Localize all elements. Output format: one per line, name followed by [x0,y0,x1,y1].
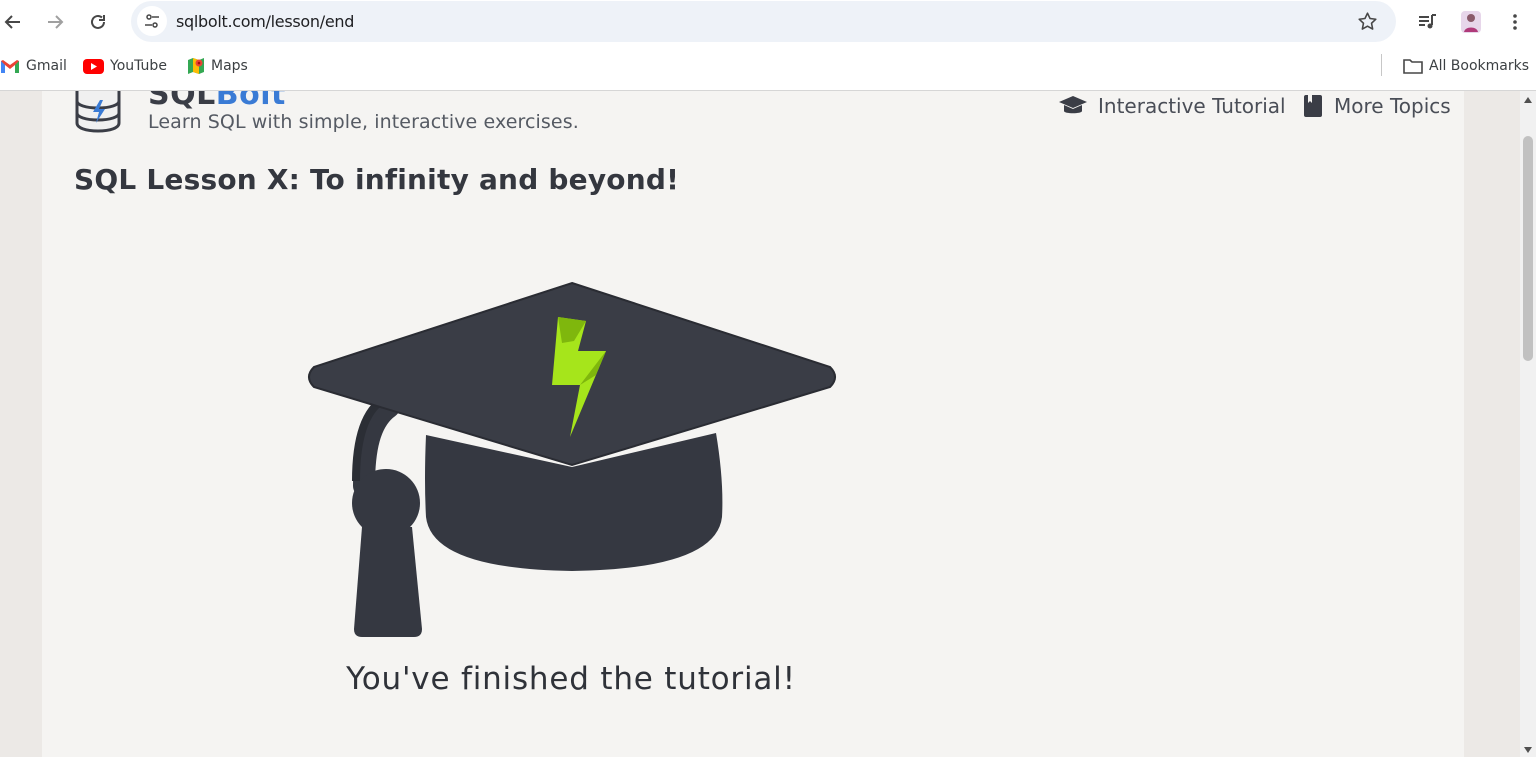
brand-part-bolt: Bolt [215,91,286,112]
scroll-up-arrow-icon[interactable] [1524,97,1532,103]
site-info-button[interactable] [137,6,167,36]
arrow-left-icon [4,15,20,29]
gmail-icon [0,58,20,74]
queue-music-icon [1419,14,1436,29]
arrow-right-icon [48,15,64,29]
avatar [1461,11,1481,33]
all-bookmarks-label: All Bookmarks [1429,58,1530,74]
graduation-cap-icon [1058,93,1088,119]
all-bookmarks-button[interactable]: All Bookmarks [1403,56,1529,76]
bookmark-star-button[interactable] [1357,11,1378,37]
maps-icon [187,57,205,75]
graduation-cap-illustration [304,281,844,656]
bookmarks-divider [1381,54,1382,76]
tagline: Learn SQL with simple, interactive exerc… [148,111,579,133]
sqlbolt-logo-icon[interactable] [74,91,122,138]
tune-icon [145,14,159,28]
address-bar[interactable]: sqlbolt.com/lesson/end [131,1,1396,42]
more-vert-icon [1513,14,1517,30]
nav-more-topics[interactable]: More Topics [1302,93,1451,119]
url-text[interactable]: sqlbolt.com/lesson/end [176,12,354,31]
profile-avatar-button[interactable] [1455,6,1487,38]
bookmark-label: Gmail [26,58,67,74]
finished-message: You've finished the tutorial! [346,661,796,697]
media-controls-button[interactable] [1411,6,1443,38]
bookmarks-bar: Gmail YouTube Maps All Bookmarks [0,44,1536,91]
brand-part-sql: SQL [148,91,216,112]
browser-toolbar: sqlbolt.com/lesson/end [0,0,1536,44]
nav-label: More Topics [1334,94,1451,118]
bookmark-gmail[interactable]: Gmail [0,56,67,76]
bookmark-label: Maps [211,58,248,74]
brand-name[interactable]: SQLBolt [148,91,286,112]
browser-menu-button[interactable] [1499,6,1531,38]
nav-label: Interactive Tutorial [1098,94,1286,118]
reload-button[interactable] [82,6,114,38]
reload-icon [91,14,105,29]
nav-interactive-tutorial[interactable]: Interactive Tutorial [1058,93,1286,119]
bookmark-maps[interactable]: Maps [187,56,248,76]
bookmark-label: YouTube [110,58,167,74]
scroll-down-arrow-icon[interactable] [1524,747,1532,753]
folder-icon [1403,58,1423,74]
graduation-cap-bolt-icon [308,281,836,637]
page-scrollbar[interactable] [1520,91,1536,757]
bookmark-youtube[interactable]: YouTube [83,56,167,76]
forward-button[interactable] [39,6,71,38]
youtube-icon [83,58,104,74]
page-content: SQLBolt Learn SQL with simple, interacti… [42,91,1464,757]
page-viewport: SQLBolt Learn SQL with simple, interacti… [0,91,1520,757]
back-button[interactable] [0,6,29,38]
star-icon [1358,12,1377,30]
lesson-title: SQL Lesson X: To infinity and beyond! [74,163,680,196]
book-icon [1302,93,1324,119]
scrollbar-thumb[interactable] [1523,136,1533,361]
